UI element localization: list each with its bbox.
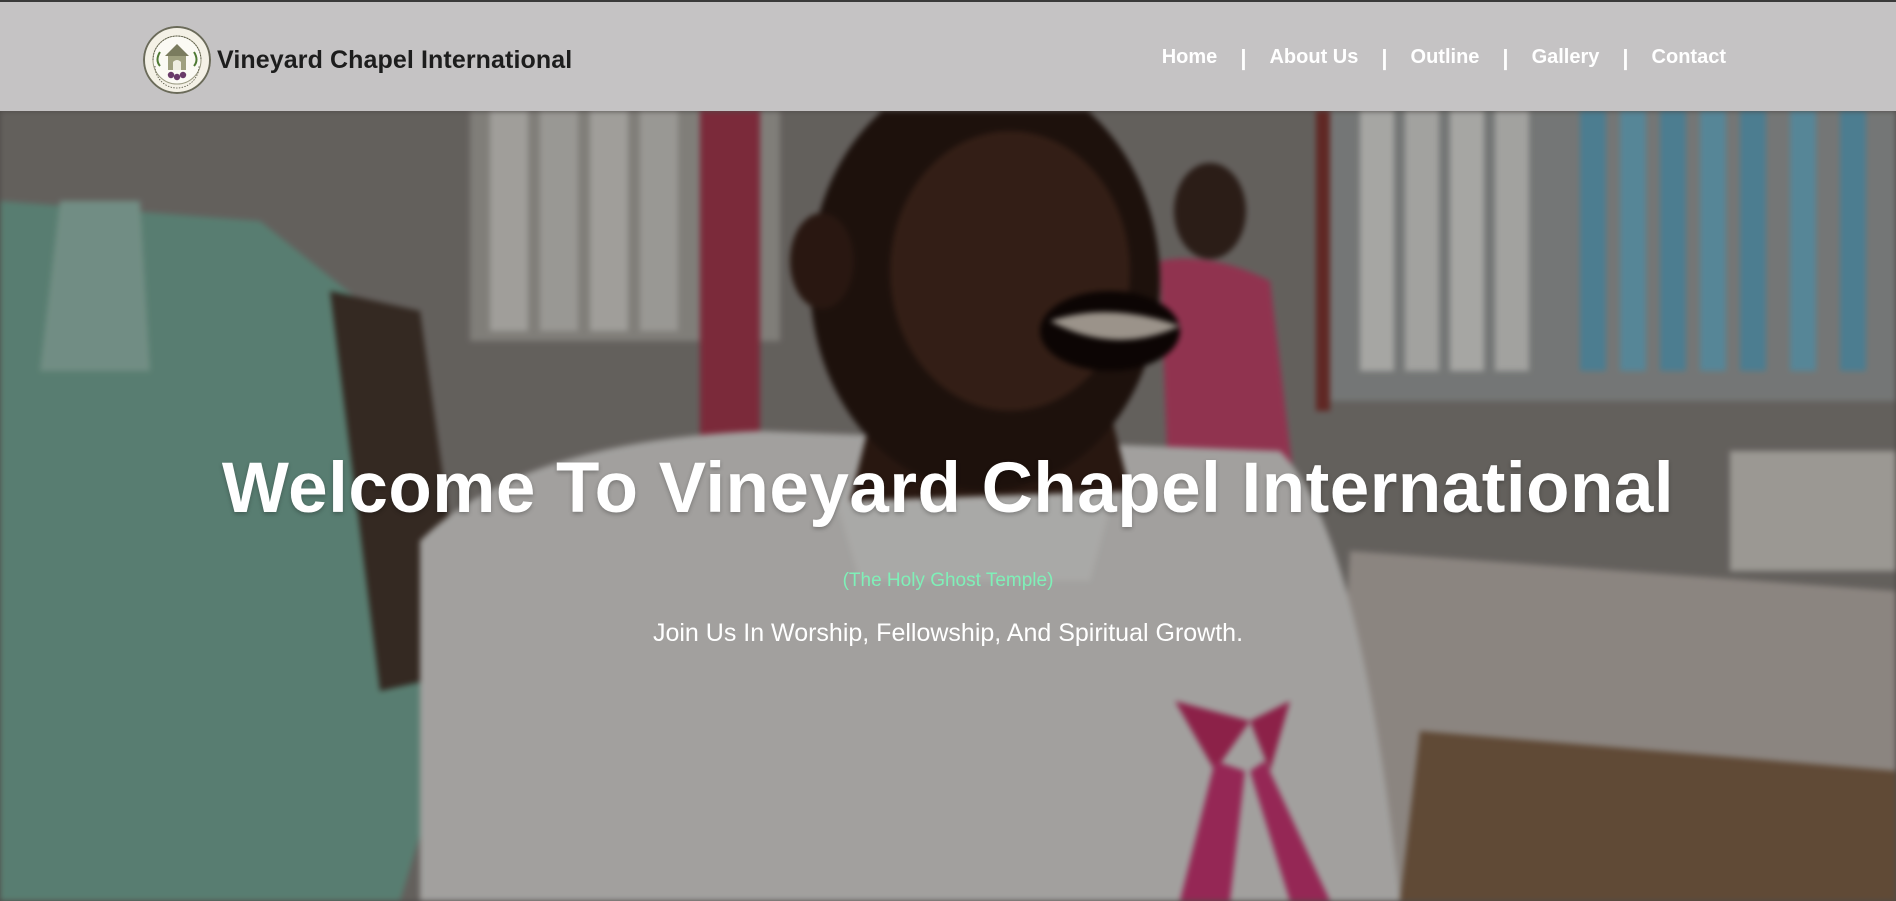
hero-tagline: Join Us In Worship, Fellowship, And Spir… [652, 619, 1244, 647]
nav-gallery[interactable]: Gallery [1532, 46, 1600, 69]
navbar: Vineyard Chapel International Home | Abo… [0, 0, 1896, 111]
nav-separator: | [1622, 44, 1629, 70]
nav-home[interactable]: Home [1162, 46, 1218, 69]
nav-contact[interactable]: Contact [1652, 46, 1726, 69]
nav-separator: | [1381, 44, 1388, 70]
hero-title: Welcome To Vineyard Chapel International [221, 449, 1675, 528]
nav-separator: | [1502, 44, 1509, 70]
nav-separator: | [1240, 44, 1247, 70]
church-logo-icon[interactable] [143, 26, 211, 94]
main-nav: Home | About Us | Outline | Gallery | Co… [1162, 2, 1726, 113]
page: Vineyard Chapel International Home | Abo… [0, 0, 1896, 901]
nav-outline[interactable]: Outline [1411, 46, 1480, 69]
brand[interactable]: Vineyard Chapel International [143, 26, 572, 94]
hero-subtitle: (The Holy Ghost Temple) [842, 570, 1054, 591]
brand-name[interactable]: Vineyard Chapel International [217, 46, 572, 75]
nav-about-us[interactable]: About Us [1269, 46, 1358, 69]
hero-section: Welcome To Vineyard Chapel International… [0, 111, 1896, 901]
